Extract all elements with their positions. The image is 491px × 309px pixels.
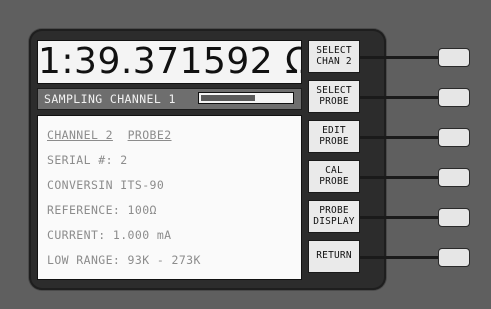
channel-probe-line: CHANNEL 2 PROBE2 bbox=[47, 128, 172, 142]
connector-line bbox=[360, 216, 440, 219]
hardware-button-5[interactable] bbox=[438, 208, 470, 227]
status-bar: SAMPLING CHANNEL 1 bbox=[37, 88, 302, 110]
connector-line bbox=[360, 56, 440, 59]
low-range-line: LOW RANGE: 93K - 273K bbox=[47, 253, 201, 267]
hardware-button-4[interactable] bbox=[438, 168, 470, 187]
status-label: SAMPLING CHANNEL 1 bbox=[44, 92, 176, 106]
hardware-button-1[interactable] bbox=[438, 48, 470, 67]
probe-label: PROBE2 bbox=[127, 128, 172, 142]
edit-probe-softkey[interactable]: EDIT PROBE bbox=[308, 120, 360, 153]
measurement-readout: 1:39.371592 Ω bbox=[37, 40, 302, 84]
hardware-button-3[interactable] bbox=[438, 128, 470, 147]
probe-display-softkey[interactable]: PROBE DISPLAY bbox=[308, 200, 360, 233]
hardware-button-6[interactable] bbox=[438, 248, 470, 267]
connector-line bbox=[360, 176, 440, 179]
current-line: CURRENT: 1.000 mA bbox=[47, 228, 172, 242]
select-chan-2-softkey[interactable]: SELECT CHAN 2 bbox=[308, 40, 360, 73]
connector-line bbox=[360, 96, 440, 99]
probe-info-panel: CHANNEL 2 PROBE2 SERIAL #: 2 CONVERSIN I… bbox=[37, 115, 302, 280]
connector-line bbox=[360, 136, 440, 139]
conversion-line: CONVERSIN ITS-90 bbox=[47, 178, 165, 192]
serial-line: SERIAL #: 2 bbox=[47, 153, 128, 167]
sampling-progress-fill bbox=[201, 95, 255, 101]
return-softkey[interactable]: RETURN bbox=[308, 240, 360, 273]
select-probe-softkey[interactable]: SELECT PROBE bbox=[308, 80, 360, 113]
sampling-progress-bar bbox=[198, 92, 294, 104]
channel-label: CHANNEL 2 bbox=[47, 128, 113, 142]
reference-line: REFERENCE: 100Ω bbox=[47, 203, 157, 217]
connector-line bbox=[360, 256, 440, 259]
cal-probe-softkey[interactable]: CAL PROBE bbox=[308, 160, 360, 193]
hardware-button-2[interactable] bbox=[438, 88, 470, 107]
